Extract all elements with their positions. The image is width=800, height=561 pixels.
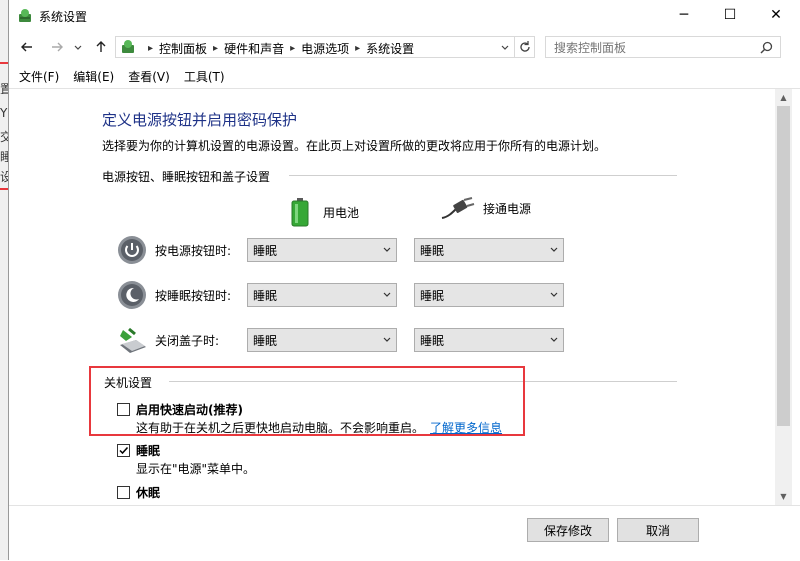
highlight-box	[89, 366, 525, 436]
hibernate-label[interactable]: 休眠	[136, 484, 160, 501]
sleep-description: 显示在"电源"菜单中。	[136, 462, 256, 476]
page-title: 定义电源按钮并启用密码保护	[102, 111, 298, 129]
back-button[interactable]	[17, 37, 37, 57]
menu-bar: 文件(F) 编辑(E) 查看(V) 工具(T)	[9, 64, 800, 88]
power-button-plugged-select[interactable]: 睡眠	[414, 238, 564, 262]
maximize-button[interactable]: ☐	[707, 0, 753, 30]
address-dropdown-icon[interactable]	[500, 43, 510, 53]
sleep-button-row: 按睡眠按钮时:	[117, 280, 245, 310]
battery-column-label: 用电池	[323, 205, 360, 220]
breadcrumb-separator-icon[interactable]: ▸	[355, 43, 360, 54]
divider	[289, 175, 677, 176]
search-icon[interactable]	[760, 41, 773, 54]
chevron-down-icon	[378, 290, 396, 300]
recent-locations-button[interactable]	[71, 37, 85, 57]
chevron-down-icon	[545, 335, 563, 345]
lid-close-battery-select[interactable]: 睡眠	[247, 328, 397, 352]
page-description: 选择要为你的计算机设置的电源设置。在此页上对设置所做的更改将应用于你所有的电源计…	[102, 139, 607, 153]
title-bar: 系统设置 ─ ☐ ✕	[9, 0, 800, 32]
power-button-battery-select[interactable]: 睡眠	[247, 238, 397, 262]
sleep-button-plugged-select[interactable]: 睡眠	[414, 283, 564, 307]
lid-close-label: 关闭盖子时:	[155, 333, 220, 348]
select-value: 睡眠	[253, 288, 278, 303]
battery-column-header: 用电池	[291, 197, 359, 227]
address-bar[interactable]: ▸ 控制面板 ▸ 硬件和声音 ▸ 电源选项 ▸ 系统设置	[115, 36, 535, 58]
scroll-up-icon[interactable]: ▲	[775, 89, 792, 106]
minimize-button[interactable]: ─	[661, 0, 707, 30]
chevron-down-icon	[545, 290, 563, 300]
scroll-down-icon[interactable]: ▼	[775, 488, 792, 505]
hibernate-checkbox[interactable]	[117, 486, 130, 499]
breadcrumb-item[interactable]: 硬件和声音	[224, 40, 284, 57]
search-box[interactable]	[545, 36, 781, 58]
chevron-down-icon	[378, 245, 396, 255]
hibernate-option[interactable]: 休眠	[117, 484, 160, 501]
refresh-icon[interactable]	[518, 40, 532, 54]
buttons-section-label: 电源按钮、睡眠按钮和盖子设置	[102, 170, 271, 184]
address-toolbar: ▸ 控制面板 ▸ 硬件和声音 ▸ 电源选项 ▸ 系统设置	[9, 32, 800, 62]
plugged-column-header: 接通电源	[441, 197, 531, 219]
divider	[514, 37, 515, 57]
power-button-icon	[118, 236, 146, 264]
chevron-down-icon	[545, 245, 563, 255]
system-settings-window: 系统设置 ─ ☐ ✕ ▸ 控制面板 ▸ 硬件和声音 ▸ 电源选项 ▸ 系统设置 …	[8, 0, 800, 561]
menu-tools[interactable]: 工具(T)	[184, 68, 225, 85]
select-value: 睡眠	[253, 243, 278, 258]
lid-close-row: 关闭盖子时:	[117, 325, 245, 355]
search-input[interactable]	[552, 39, 756, 57]
forward-button[interactable]	[47, 37, 67, 57]
select-value: 睡眠	[420, 288, 445, 303]
vertical-scrollbar[interactable]: ▲ ▼	[775, 89, 792, 505]
control-panel-icon	[122, 40, 134, 53]
sleep-checkbox[interactable]	[117, 444, 130, 457]
sleep-label[interactable]: 睡眠	[136, 442, 160, 459]
breadcrumb-separator-icon[interactable]: ▸	[290, 43, 295, 54]
breadcrumb-item[interactable]: 系统设置	[366, 40, 414, 57]
scrollbar-thumb[interactable]	[777, 106, 790, 426]
forward-arrow-icon	[52, 42, 63, 52]
window-title: 系统设置	[39, 10, 88, 24]
cancel-button[interactable]: 取消	[617, 518, 699, 542]
breadcrumb-item[interactable]: 控制面板	[159, 40, 207, 57]
up-button[interactable]	[91, 37, 111, 57]
lid-close-plugged-select[interactable]: 睡眠	[414, 328, 564, 352]
control-panel-icon	[19, 9, 31, 22]
menu-view[interactable]: 查看(V)	[128, 68, 170, 85]
menu-edit[interactable]: 编辑(E)	[73, 68, 114, 85]
power-button-row: 按电源按钮时:	[117, 235, 245, 265]
chevron-down-icon	[74, 45, 82, 50]
power-plug-icon	[441, 197, 475, 219]
up-arrow-icon	[96, 41, 106, 52]
breadcrumb: ▸ 控制面板 ▸ 硬件和声音 ▸ 电源选项 ▸ 系统设置	[142, 40, 414, 57]
sleep-button-battery-select[interactable]: 睡眠	[247, 283, 397, 307]
sleep-button-icon	[118, 281, 146, 309]
select-value: 睡眠	[253, 333, 278, 348]
plugged-column-label: 接通电源	[483, 201, 532, 216]
breadcrumb-separator-icon: ▸	[148, 43, 154, 54]
battery-icon	[291, 198, 309, 227]
select-value: 睡眠	[420, 243, 445, 258]
chevron-down-icon	[378, 335, 396, 345]
breadcrumb-separator-icon[interactable]: ▸	[213, 43, 218, 54]
background-highlight-line	[0, 62, 8, 64]
main-content: 定义电源按钮并启用密码保护 选择要为你的计算机设置的电源设置。在此页上对设置所做…	[9, 89, 775, 505]
power-button-label: 按电源按钮时:	[155, 243, 232, 258]
laptop-lid-icon	[120, 327, 146, 353]
sleep-option[interactable]: 睡眠	[117, 442, 160, 459]
close-button[interactable]: ✕	[753, 0, 799, 30]
select-value: 睡眠	[420, 333, 445, 348]
sleep-button-label: 按睡眠按钮时:	[155, 288, 232, 303]
breadcrumb-item[interactable]: 电源选项	[301, 40, 349, 57]
footer-bar: 保存修改 取消	[9, 505, 800, 561]
checkmark-icon	[119, 446, 129, 455]
menu-file[interactable]: 文件(F)	[19, 68, 59, 85]
save-button[interactable]: 保存修改	[527, 518, 609, 542]
background-highlight-line	[0, 188, 8, 190]
back-arrow-icon	[21, 42, 32, 52]
